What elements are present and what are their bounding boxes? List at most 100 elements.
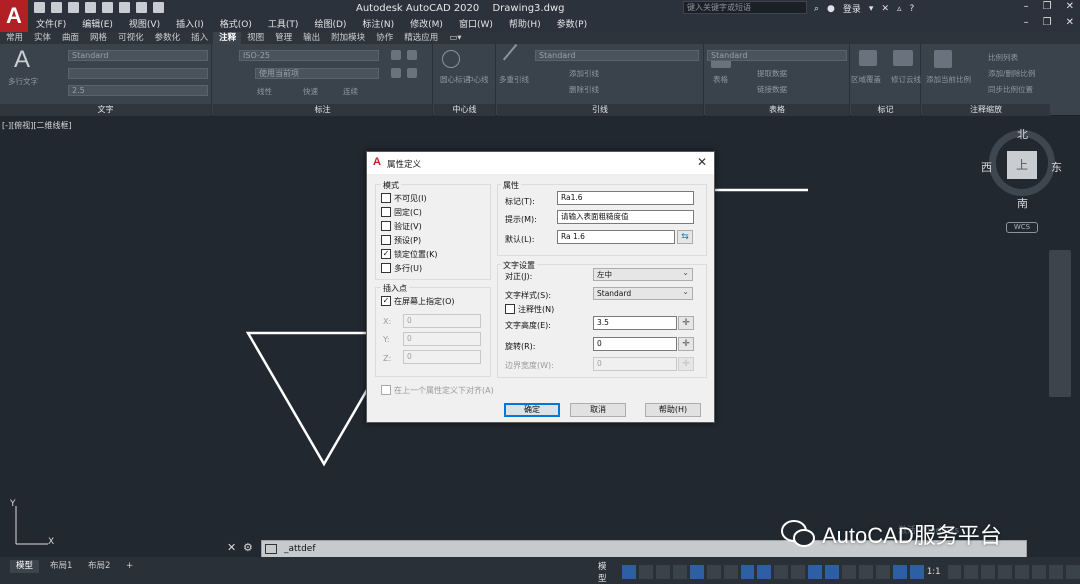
upload-icon[interactable]	[102, 2, 113, 13]
menu-view[interactable]: 视图(V)	[121, 16, 168, 31]
align-below-checkbox[interactable]	[381, 385, 391, 395]
tab-solid[interactable]: 实体	[28, 32, 56, 44]
login-link[interactable]: 登录	[843, 2, 861, 15]
customize-icon[interactable]: ⚙	[243, 541, 253, 554]
panel-title-centerlines[interactable]: 中心线	[434, 104, 495, 116]
doc-close-icon[interactable]: ✕	[1066, 17, 1074, 28]
justification-select[interactable]: 左中	[593, 267, 693, 281]
annotation-visibility-icon[interactable]	[892, 565, 907, 579]
specify-onscreen-checkbox[interactable]: ✓	[381, 296, 391, 306]
menu-help[interactable]: 帮助(H)	[501, 16, 549, 31]
selection-cycling-icon[interactable]	[808, 565, 823, 579]
help-button[interactable]: 帮助(H)	[645, 403, 701, 417]
doc-restore-icon[interactable]: ❐	[1043, 17, 1052, 28]
menu-tools[interactable]: 工具(T)	[260, 16, 307, 31]
restore-icon[interactable]: ❐	[1043, 1, 1052, 12]
ok-button[interactable]: 确定	[504, 403, 560, 417]
workspace-icon[interactable]	[947, 565, 962, 579]
tab-layout2[interactable]: 布局2	[82, 560, 116, 573]
object-snap-tracking-icon[interactable]	[740, 565, 755, 579]
text-height-input[interactable]: 3.5	[593, 316, 677, 330]
prompt-input[interactable]: 请输入表面粗糙度值	[557, 210, 694, 224]
add-layout-button[interactable]: +	[120, 560, 139, 573]
minimize-icon[interactable]: –	[1024, 1, 1029, 12]
dim-style-select[interactable]: ISO-25	[239, 50, 379, 61]
tab-visualize[interactable]: 可视化	[112, 32, 149, 44]
table-label[interactable]: 表格	[713, 74, 728, 85]
text-find-input[interactable]	[68, 68, 208, 79]
tab-view[interactable]: 视图	[241, 32, 269, 44]
tag-input[interactable]: Ra1.6	[557, 191, 694, 205]
z-input[interactable]: 0	[403, 350, 481, 364]
tab-parametric[interactable]: 参数化	[149, 32, 186, 44]
tab-featured-apps[interactable]: 精选应用	[398, 32, 443, 44]
panel-title-tables[interactable]: 表格	[705, 104, 849, 116]
verify-checkbox[interactable]	[381, 221, 391, 231]
panel-title-annotation-scaling[interactable]: 注释缩放	[922, 104, 1050, 116]
dim-quick-button[interactable]: 快速	[303, 86, 318, 97]
annotation-scale-select[interactable]: 1:1	[927, 567, 941, 577]
gizmo-icon[interactable]	[876, 565, 890, 579]
help-icon[interactable]: ?	[910, 4, 915, 14]
text-style-select[interactable]: Standard	[68, 50, 208, 61]
open-icon[interactable]	[51, 2, 62, 13]
binoculars-icon[interactable]: ⌕	[814, 4, 819, 14]
tab-home[interactable]: 常用	[0, 32, 28, 44]
sync-scale-positions-button[interactable]: 同步比例位置	[988, 84, 1033, 95]
menu-parametric[interactable]: 参数(P)	[549, 16, 595, 31]
wipeout-label[interactable]: 区域覆盖	[851, 74, 881, 85]
pick-height-icon[interactable]: ✛	[678, 316, 694, 330]
preset-checkbox[interactable]	[381, 235, 391, 245]
rotation-input[interactable]: 0	[593, 337, 677, 351]
panel-title-text[interactable]: 文字	[0, 104, 211, 116]
center-mark-icon[interactable]	[442, 50, 460, 68]
redo-icon[interactable]	[153, 2, 164, 13]
tab-output[interactable]: 输出	[297, 32, 325, 44]
text-height-select[interactable]: 2.5	[68, 85, 208, 96]
constant-checkbox[interactable]	[381, 207, 391, 217]
auto-scale-icon[interactable]	[909, 565, 924, 579]
multiline-text-icon[interactable]: A	[14, 46, 30, 74]
close-icon[interactable]: ✕	[1066, 1, 1074, 12]
dim-continue-button[interactable]: 连续	[343, 86, 358, 97]
revcloud-label[interactable]: 修订云线	[891, 74, 921, 85]
pick-rotation-icon[interactable]: ✛	[678, 337, 694, 351]
tab-addins[interactable]: 附加模块	[325, 32, 370, 44]
isolate-objects-icon[interactable]	[1015, 565, 1030, 579]
autocad-logo-icon[interactable]: A	[0, 0, 28, 32]
close-command-icon[interactable]: ✕	[227, 541, 236, 554]
panel-title-markup[interactable]: 标记	[851, 104, 920, 116]
menu-format[interactable]: 格式(O)	[212, 16, 260, 31]
menu-draw[interactable]: 绘图(D)	[306, 16, 354, 31]
undo-icon[interactable]	[136, 2, 147, 13]
scale-list-button[interactable]: 比例列表	[988, 52, 1018, 63]
multiline-text-label[interactable]: 多行文字	[8, 76, 38, 87]
3d-osnap-icon[interactable]	[825, 565, 840, 579]
close-icon[interactable]: ✕	[697, 155, 707, 169]
panel-title-leaders[interactable]: 引线	[497, 104, 703, 116]
revcloud-icon[interactable]	[893, 50, 913, 66]
menu-modify[interactable]: 修改(M)	[402, 16, 451, 31]
menu-window[interactable]: 窗口(W)	[451, 16, 501, 31]
multileader-label[interactable]: 多重引线	[499, 74, 529, 85]
lineweight-icon[interactable]	[774, 565, 789, 579]
invisible-checkbox[interactable]	[381, 193, 391, 203]
wcs-menu[interactable]: WCS	[1006, 222, 1038, 233]
tab-mesh[interactable]: 网格	[84, 32, 112, 44]
clean-screen-icon[interactable]	[1049, 565, 1064, 579]
cart-icon[interactable]: ▾	[869, 4, 874, 14]
multiline-checkbox[interactable]	[381, 263, 391, 273]
user-icon[interactable]: ●	[827, 4, 835, 14]
wipeout-icon[interactable]	[859, 50, 877, 66]
leader-style-select[interactable]: Standard	[535, 50, 699, 61]
dynamic-input-icon[interactable]	[672, 565, 687, 579]
annotation-monitor-icon[interactable]	[964, 565, 979, 579]
tab-manage[interactable]: 管理	[269, 32, 297, 44]
multileader-icon[interactable]	[502, 43, 532, 73]
new-icon[interactable]	[34, 2, 45, 13]
tab-annotate[interactable]: 注释	[213, 32, 242, 44]
graphics-performance-icon[interactable]	[1032, 565, 1047, 579]
extract-data-button[interactable]: 提取数据	[757, 68, 787, 79]
navigation-bar[interactable]	[1049, 250, 1071, 397]
polar-icon[interactable]	[706, 565, 721, 579]
